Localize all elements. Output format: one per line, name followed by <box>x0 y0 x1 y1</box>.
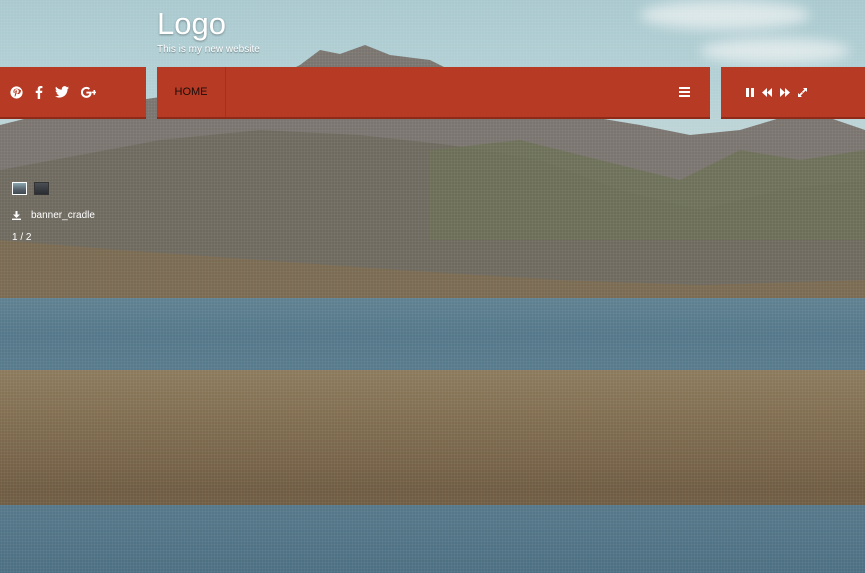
slideshow-controls <box>721 67 865 117</box>
twitter-icon[interactable] <box>55 86 69 98</box>
previous-icon[interactable] <box>762 87 772 97</box>
main-nav: HOME <box>157 67 710 117</box>
gallery-thumbnail[interactable] <box>12 182 27 195</box>
download-icon[interactable] <box>12 211 21 220</box>
gallery-thumbnails <box>12 182 49 195</box>
image-caption-row: banner_cradle <box>12 210 95 221</box>
fullscreen-icon[interactable] <box>798 87 807 97</box>
gallery-thumbnail[interactable] <box>34 182 49 195</box>
google-plus-icon[interactable] <box>81 86 96 99</box>
facebook-icon[interactable] <box>35 85 43 99</box>
site-logo[interactable]: Logo <box>157 6 226 42</box>
next-icon[interactable] <box>780 87 790 97</box>
hamburger-menu-icon[interactable] <box>679 67 690 117</box>
pause-icon[interactable] <box>746 87 754 97</box>
social-bar <box>0 67 146 117</box>
image-caption: banner_cradle <box>31 210 95 221</box>
slide-counter: 1 / 2 <box>12 232 32 243</box>
pinterest-icon[interactable] <box>10 85 23 99</box>
site-tagline: This is my new website <box>157 44 260 55</box>
nav-home-link[interactable]: HOME <box>157 67 226 117</box>
